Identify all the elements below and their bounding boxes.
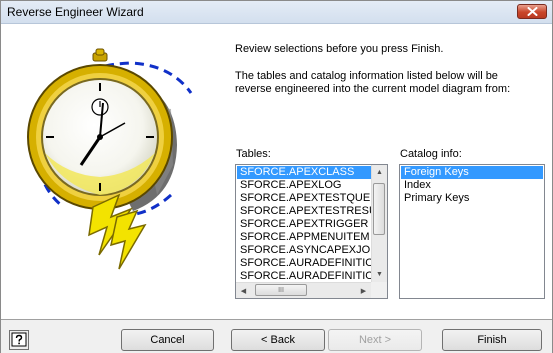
scroll-left-icon[interactable]: ◀ bbox=[236, 283, 251, 298]
list-item[interactable]: SFORCE.APEXTESTQUEUEI bbox=[237, 192, 371, 205]
finish-button[interactable]: Finish bbox=[442, 329, 542, 351]
tables-label: Tables: bbox=[236, 148, 271, 160]
catalog-label: Catalog info: bbox=[400, 148, 462, 160]
horizontal-scrollbar[interactable]: ◀ III ▶ bbox=[236, 282, 371, 298]
list-item[interactable]: SFORCE.APEXCLASS bbox=[237, 166, 371, 179]
list-item[interactable]: Foreign Keys bbox=[401, 166, 543, 179]
help-icon bbox=[11, 332, 27, 347]
window-title: Reverse Engineer Wizard bbox=[7, 5, 144, 19]
tables-listbox[interactable]: SFORCE.APEXCLASS SFORCE.APEXLOG SFORCE.A… bbox=[235, 164, 388, 299]
list-item[interactable]: Primary Keys bbox=[401, 192, 543, 205]
review-message: Review selections before you press Finis… bbox=[235, 43, 444, 55]
stopwatch-illustration bbox=[27, 48, 193, 270]
button-bar: Cancel < Back Next > Finish bbox=[1, 320, 552, 353]
next-button[interactable]: Next > bbox=[328, 329, 422, 351]
back-button[interactable]: < Back bbox=[231, 329, 325, 351]
wizard-window: Reverse Engineer Wizard Review selection… bbox=[0, 0, 553, 353]
list-item[interactable]: Index bbox=[401, 179, 543, 192]
list-item[interactable]: SFORCE.APEXLOG bbox=[237, 179, 371, 192]
scrollbar-corner bbox=[371, 282, 387, 298]
list-item[interactable]: SFORCE.APPMENUITEM bbox=[237, 231, 371, 244]
vertical-scrollbar[interactable]: ▲ ▼ bbox=[371, 165, 387, 282]
scroll-up-icon[interactable]: ▲ bbox=[372, 165, 387, 180]
catalog-items: Foreign Keys Index Primary Keys bbox=[401, 166, 543, 205]
help-button[interactable] bbox=[9, 330, 29, 350]
catalog-listbox[interactable]: Foreign Keys Index Primary Keys bbox=[399, 164, 545, 299]
horizontal-scroll-thumb[interactable]: III bbox=[255, 284, 307, 296]
vertical-scroll-thumb[interactable] bbox=[373, 183, 385, 235]
title-bar: Reverse Engineer Wizard bbox=[1, 1, 552, 24]
list-item[interactable]: SFORCE.APEXTESTRESULT bbox=[237, 205, 371, 218]
description-message: The tables and catalog information liste… bbox=[235, 70, 511, 95]
scroll-down-icon[interactable]: ▼ bbox=[372, 267, 387, 282]
list-item[interactable]: SFORCE.AURADEFINITION bbox=[237, 257, 371, 270]
list-item[interactable]: SFORCE.APEXTRIGGER bbox=[237, 218, 371, 231]
close-button[interactable] bbox=[517, 4, 547, 19]
close-icon bbox=[527, 7, 538, 16]
cancel-button[interactable]: Cancel bbox=[121, 329, 214, 351]
tables-items: SFORCE.APEXCLASS SFORCE.APEXLOG SFORCE.A… bbox=[237, 166, 371, 283]
list-item[interactable]: SFORCE.ASYNCAPEXJOB bbox=[237, 244, 371, 257]
scroll-right-icon[interactable]: ▶ bbox=[356, 283, 371, 298]
